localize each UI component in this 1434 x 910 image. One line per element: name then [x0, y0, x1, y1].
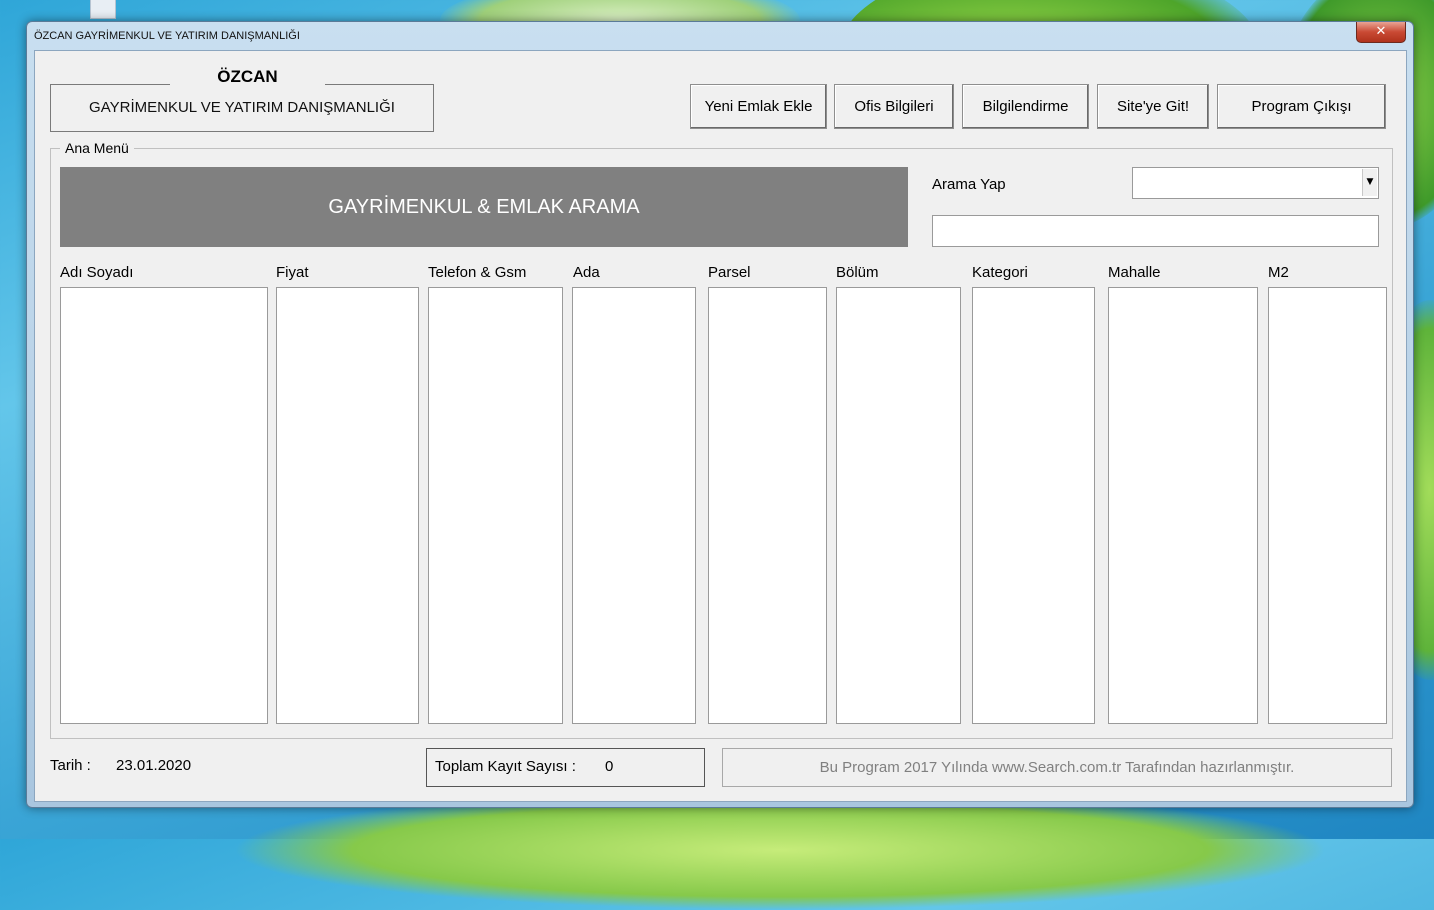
record-count-box: Toplam Kayıt Sayısı : 0 [426, 748, 705, 787]
column-header-m2: M2 [1268, 264, 1289, 281]
list-price[interactable] [276, 287, 419, 724]
column-header-ada: Ada [573, 264, 600, 281]
list-phone[interactable] [428, 287, 563, 724]
column-header-kategori: Kategori [972, 264, 1028, 281]
list-name[interactable] [60, 287, 268, 724]
column-header-phone: Telefon & Gsm [428, 264, 527, 281]
wallpaper-leaf [230, 790, 1330, 910]
footer-credit: Bu Program 2017 Yılında www.Search.com.t… [722, 748, 1392, 787]
close-icon: ✕ [1375, 24, 1387, 39]
column-header-bolum: Bölüm [836, 264, 879, 281]
chevron-down-icon[interactable]: ▼ [1362, 169, 1377, 196]
close-button[interactable]: ✕ [1356, 22, 1406, 43]
logo-name: ÖZCAN [170, 67, 325, 87]
column-header-parsel: Parsel [708, 264, 751, 281]
column-header-price: Fiyat [276, 264, 309, 281]
list-kategori[interactable] [972, 287, 1095, 724]
list-bolum[interactable] [836, 287, 961, 724]
exit-button[interactable]: Program Çıkışı [1217, 84, 1386, 129]
record-count-value: 0 [605, 758, 614, 775]
main-menu-label: Ana Menü [60, 140, 134, 156]
main-form: ÖZCAN GAYRİMENKUL VE YATIRIM DANIŞMANLIĞ… [34, 50, 1407, 802]
title-bar[interactable]: ÖZCAN GAYRİMENKUL VE YATIRIM DANIŞMANLIĞ… [27, 22, 1413, 49]
search-banner: GAYRİMENKUL & EMLAK ARAMA [60, 167, 908, 247]
list-ada[interactable] [572, 287, 696, 724]
new-listing-button[interactable]: Yeni Emlak Ekle [690, 84, 827, 129]
office-info-button[interactable]: Ofis Bilgileri [834, 84, 954, 129]
go-site-button[interactable]: Site'ye Git! [1097, 84, 1209, 129]
list-m2[interactable] [1268, 287, 1387, 724]
app-window: ÖZCAN GAYRİMENKUL VE YATIRIM DANIŞMANLIĞ… [26, 21, 1414, 808]
logo-subtitle: GAYRİMENKUL VE YATIRIM DANIŞMANLIĞI [89, 99, 395, 116]
info-button[interactable]: Bilgilendirme [962, 84, 1089, 129]
column-header-mahalle: Mahalle [1108, 264, 1161, 281]
date-value: 23.01.2020 [116, 757, 192, 774]
search-type-dropdown[interactable]: ▼ [1132, 167, 1379, 199]
list-mahalle[interactable] [1108, 287, 1258, 724]
window-title: ÖZCAN GAYRİMENKUL VE YATIRIM DANIŞMANLIĞ… [34, 30, 300, 42]
list-parsel[interactable] [708, 287, 827, 724]
column-header-name: Adı Soyadı [60, 264, 134, 281]
date-label: Tarih : [50, 757, 91, 774]
search-label: Arama Yap [932, 176, 1006, 193]
search-input[interactable] [932, 215, 1379, 247]
desktop-icon[interactable] [90, 0, 116, 19]
record-count-label: Toplam Kayıt Sayısı : [435, 758, 576, 775]
